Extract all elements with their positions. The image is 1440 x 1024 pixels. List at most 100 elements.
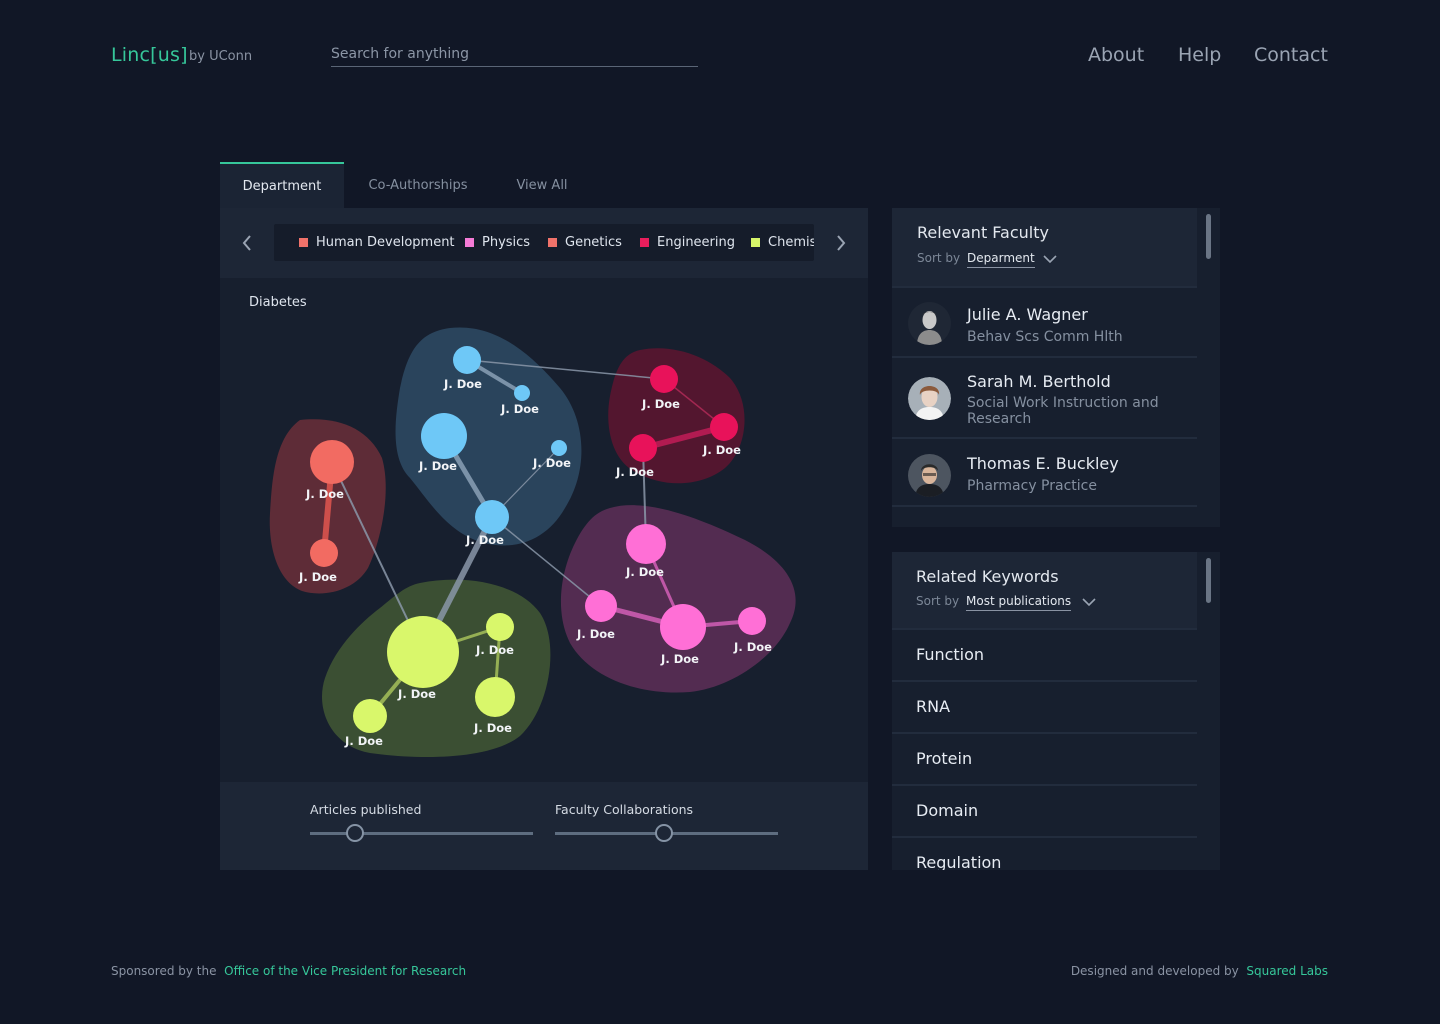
faculty-row-divider [892,505,1197,527]
graph-node[interactable] [660,604,706,650]
chevron-right-icon[interactable] [828,228,854,258]
graph-node[interactable] [486,613,514,641]
legend-item-engineering[interactable]: Engineering [640,224,735,261]
legend-item-genetics[interactable]: Genetics [548,224,622,261]
keyword-row[interactable]: Domain [892,784,1197,836]
graph-node[interactable] [475,500,509,534]
graph-node[interactable] [585,590,617,622]
keyword-row[interactable]: Regulation [892,836,1197,870]
faculty-row[interactable]: Julie A. Wagner Behav Scs Comm Hlth [892,286,1197,356]
footer-credits-link[interactable]: Squared Labs [1246,964,1328,978]
legend-swatch [299,238,308,247]
faculty-row[interactable]: Thomas E. Buckley Pharmacy Practice [892,437,1197,507]
graph-node-label: J. Doe [532,456,571,470]
faculty-scrollbar[interactable] [1206,214,1211,259]
graph-node[interactable] [629,434,657,462]
footer-sponsor-prefix: Sponsored by the [111,964,217,978]
graph-node-label: J. Doe [702,443,741,457]
slider-track-articles[interactable] [310,832,533,835]
keyword-row[interactable]: Protein [892,732,1197,784]
graph-node[interactable] [353,699,387,733]
graph-node-label: J. Doe [473,721,512,735]
graph-node[interactable] [738,607,766,635]
tab-co-authorships[interactable]: Co-Authorships [350,162,486,208]
legend-label: Chemis [768,235,814,250]
graph-node-label: J. Doe [615,465,654,479]
graph-node-label: J. Doe [344,734,383,748]
sort-select-faculty[interactable]: Deparment [967,251,1035,268]
graph-node-label: J. Doe [660,652,699,666]
keywords-panel-title: Related Keywords [916,567,1059,586]
filter-bar [220,782,868,870]
sort-by-label: Sort by [917,251,961,265]
sort-by-label: Sort by [916,594,960,608]
keywords-scrollbar[interactable] [1206,558,1211,603]
avatar [908,377,951,420]
graph-node[interactable] [650,365,678,393]
graph-node-label: J. Doe [305,487,344,501]
legend-swatch [640,238,649,247]
keyword-label: Function [916,645,985,664]
keyword-row[interactable]: Function [892,628,1197,680]
legend-swatch [751,238,760,247]
chevron-down-icon[interactable] [1081,593,1097,612]
footer-sponsor: Sponsored by the Office of the Vice Pres… [111,964,466,978]
faculty-name: Sarah M. Berthold [967,372,1111,391]
nav-about[interactable]: About [1088,44,1144,66]
keyword-label: Regulation [916,853,1002,870]
nav-contact[interactable]: Contact [1254,44,1328,66]
chevron-down-icon[interactable] [1042,250,1058,269]
chevron-left-icon[interactable] [234,228,260,258]
keyword-row[interactable]: RNA [892,680,1197,732]
graph-node-label: J. Doe [475,643,514,657]
keyword-label: Protein [916,749,973,768]
graph-node[interactable] [626,524,666,564]
legend-label: Engineering [657,235,735,250]
graph-node[interactable] [710,413,738,441]
graph-node[interactable] [387,616,459,688]
graph-node[interactable] [421,413,467,459]
footer-credits-prefix: Designed and developed by [1070,964,1239,978]
graph-node[interactable] [475,677,515,717]
graph-node[interactable] [310,440,354,484]
legend-swatch [465,238,474,247]
sort-select-keywords[interactable]: Most publications [966,594,1072,611]
tab-view-all[interactable]: View All [500,162,584,208]
keyword-label: RNA [916,697,951,716]
footer-credits: Designed and developed by Squared Labs [1071,964,1328,978]
nav-help[interactable]: Help [1178,44,1221,66]
legend-label: Human Development [316,235,455,250]
search-input[interactable] [331,42,698,67]
keywords-panel-header [892,552,1197,628]
faculty-department: Behav Scs Comm Hlth [967,329,1123,345]
graph-node[interactable] [551,440,567,456]
graph-node[interactable] [514,385,530,401]
graph-node-label: J. Doe [298,570,337,584]
graph-node-label: J. Doe [443,377,482,391]
legend-item-chemistry[interactable]: Chemis [751,224,814,261]
network-graph[interactable]: J. Doe J. Doe J. Doe J. Doe J. Doe J. Doe J. D… [220,278,868,782]
tab-department[interactable]: Department [220,162,344,208]
legend-label: Physics [482,235,531,250]
footer-sponsor-link[interactable]: Office of the Vice President for Researc… [224,964,466,978]
legend: Human Development Physics Genetics Engin… [274,224,814,261]
avatar [908,302,951,345]
logo[interactable]: Linc[us] [111,44,188,66]
legend-item-human-development[interactable]: Human Development [299,224,455,261]
keywords-panel: Related Keywords Sort by Most publicatio… [892,552,1220,870]
graph-node[interactable] [310,539,338,567]
graph-node-label: J. Doe [641,397,680,411]
faculty-panel-header [892,208,1197,286]
graph-node-label: J. Doe [576,627,615,641]
faculty-department: Social Work Instruction and Research [967,395,1159,427]
graph-node-label: J. Doe [500,402,539,416]
graph-node-label: J. Doe [397,687,436,701]
faculty-department: Pharmacy Practice [967,478,1097,494]
slider-knob-articles[interactable] [345,824,364,842]
graph-node[interactable] [453,346,481,374]
legend-item-physics[interactable]: Physics [465,224,530,261]
graph-node-label: J. Doe [733,640,772,654]
faculty-row[interactable]: Sarah M. Berthold Social Work Instructio… [892,356,1197,437]
graph-node-label: J. Doe [418,459,457,473]
avatar [908,454,951,497]
